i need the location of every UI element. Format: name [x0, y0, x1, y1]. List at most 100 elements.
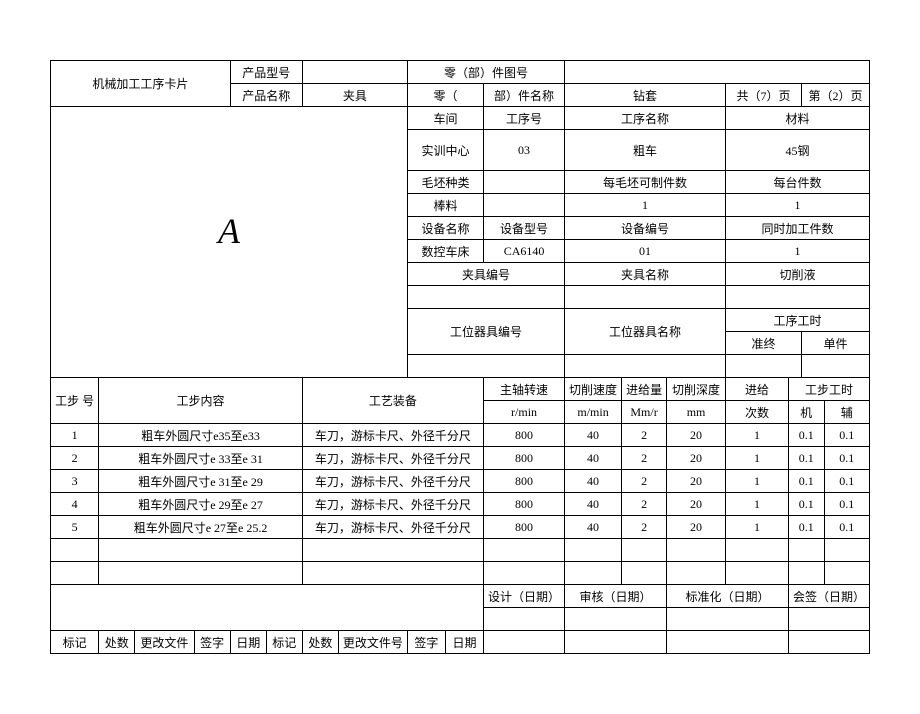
process-name-label: 工序名称: [565, 107, 726, 130]
blank-parts-label: 每毛坯可制件数: [565, 171, 726, 194]
step-a: 0.1: [824, 424, 869, 447]
col-cutspeed: 切削速度: [565, 378, 622, 401]
step-pass: 1: [725, 424, 788, 447]
blank-type: 棒料: [407, 194, 483, 217]
table-row: 2 粗车外圆尺寸e 33至e 31 车刀，游标卡尺、外径千分尺 800 40 2…: [51, 447, 870, 470]
col-machine: 机: [788, 401, 824, 424]
part-name-right: 部）件名称: [484, 84, 565, 107]
table-row: 4 粗车外圆尺寸e 29至e 27 车刀，游标卡尺、外径千分尺 800 40 2…: [51, 493, 870, 516]
diagram-area-bottom: [51, 355, 408, 378]
workshop: 实训中心: [407, 130, 483, 171]
fixture-no: [407, 286, 564, 309]
simultaneous: 1: [725, 240, 869, 263]
title: 机械加工工序卡片: [51, 61, 231, 107]
part-name-left: 零（: [407, 84, 483, 107]
unit: [801, 355, 869, 378]
tool-name: [565, 355, 726, 378]
fixture-name-label: 夹具名称: [565, 263, 726, 286]
col-aux: 辅: [824, 401, 869, 424]
col-depth: 切削深度: [667, 378, 726, 401]
equip-model: CA6140: [484, 240, 565, 263]
product-name-label: 产品名称: [230, 84, 302, 107]
table-row: 5 粗车外圆尺寸e 27至e 25.2 车刀，游标卡尺、外径千分尺 800 40…: [51, 516, 870, 539]
blank-type-blank: [484, 171, 565, 194]
step-feed: 2: [622, 424, 667, 447]
part-drawing-no-label: 零（部）件图号: [407, 61, 564, 84]
part-drawing-no: [565, 61, 870, 84]
prep-label: 准终: [725, 332, 801, 355]
col-content: 工步内容: [99, 378, 303, 424]
equip-no-label: 设备编号: [565, 217, 726, 240]
tool-no-label: 工位器具编号: [407, 309, 564, 355]
workshop-label: 车间: [407, 107, 483, 130]
cosign-val: [788, 608, 869, 631]
audit-val: [565, 608, 667, 631]
design-val: [484, 608, 565, 631]
tool-name-label: 工位器具名称: [565, 309, 726, 355]
sign2-label: 签字: [407, 631, 445, 654]
current-page: 第（2）页: [801, 84, 869, 107]
prep: [725, 355, 801, 378]
parts-per-unit-label: 每台件数: [725, 171, 869, 194]
parts-per-unit: 1: [725, 194, 869, 217]
col-spindle: 主轴转速: [484, 378, 565, 401]
step-m: 0.1: [788, 424, 824, 447]
coolant-label: 切削液: [725, 263, 869, 286]
places-label: 处数: [99, 631, 135, 654]
process-card: 机械加工工序卡片 产品型号 零（部）件图号 产品名称 夹具 零（ 部）件名称 钻…: [50, 60, 870, 654]
blank-type-label: 毛坯种类: [407, 171, 483, 194]
table-row: 3 粗车外圆尺寸e 31至e 29 车刀，游标卡尺、外径千分尺 800 40 2…: [51, 470, 870, 493]
step-speed: 800: [484, 424, 565, 447]
step-tooling: 车刀，游标卡尺、外径千分尺: [302, 424, 483, 447]
design-label: 设计（日期）: [484, 585, 565, 608]
standard-label: 标准化（日期）: [667, 585, 789, 608]
tool-no: [407, 355, 564, 378]
fixture: 夹具: [302, 84, 407, 107]
simultaneous-label: 同时加工件数: [725, 217, 869, 240]
equip-no: 01: [565, 240, 726, 263]
col-passes: 进给: [725, 378, 788, 401]
mark2-label: 标记: [266, 631, 302, 654]
col-feed-unit: Mm/r: [622, 401, 667, 424]
col-feed: 进给量: [622, 378, 667, 401]
process-no-label: 工序号: [484, 107, 565, 130]
diagram-area: A: [51, 107, 408, 355]
step-cut: 40: [565, 424, 622, 447]
cosign-label: 会签（日期）: [788, 585, 869, 608]
equip-name-label: 设备名称: [407, 217, 483, 240]
equip-name: 数控车床: [407, 240, 483, 263]
date-label: 日期: [230, 631, 266, 654]
changedoc-label: 更改文件: [135, 631, 194, 654]
product-model: [302, 61, 407, 84]
fixture-no-label: 夹具编号: [407, 263, 564, 286]
fixture-name: [565, 286, 726, 309]
process-no: 03: [484, 130, 565, 171]
col-step-no: 工步 号: [51, 378, 99, 424]
col-cutspeed-unit: m/min: [565, 401, 622, 424]
equip-model-label: 设备型号: [484, 217, 565, 240]
col-depth-unit: mm: [667, 401, 726, 424]
step-no: 1: [51, 424, 99, 447]
date2-label: 日期: [445, 631, 483, 654]
material-label: 材料: [725, 107, 869, 130]
material: 45钢: [725, 130, 869, 171]
blank-type-blank2: [484, 194, 565, 217]
col-steptime: 工步工时: [788, 378, 869, 401]
mark-label: 标记: [51, 631, 99, 654]
italic-a: A: [218, 211, 240, 251]
process-name: 粗车: [565, 130, 726, 171]
product-model-label: 产品型号: [230, 61, 302, 84]
coolant: [725, 286, 869, 309]
col-passes-unit: 次数: [725, 401, 788, 424]
footer-blank: [51, 585, 484, 631]
step-depth: 20: [667, 424, 726, 447]
total-pages: 共（7）页: [725, 84, 801, 107]
table-row: 1 粗车外圆尺寸e35至e33 车刀，游标卡尺、外径千分尺 800 40 2 2…: [51, 424, 870, 447]
col-spindle-unit: r/min: [484, 401, 565, 424]
step-content: 粗车外圆尺寸e35至e33: [99, 424, 303, 447]
sign-label: 签字: [194, 631, 230, 654]
drill-sleeve: 钻套: [565, 84, 726, 107]
changedoc2-label: 更改文件号: [338, 631, 407, 654]
audit-label: 审核（日期）: [565, 585, 667, 608]
standard-val: [667, 608, 789, 631]
